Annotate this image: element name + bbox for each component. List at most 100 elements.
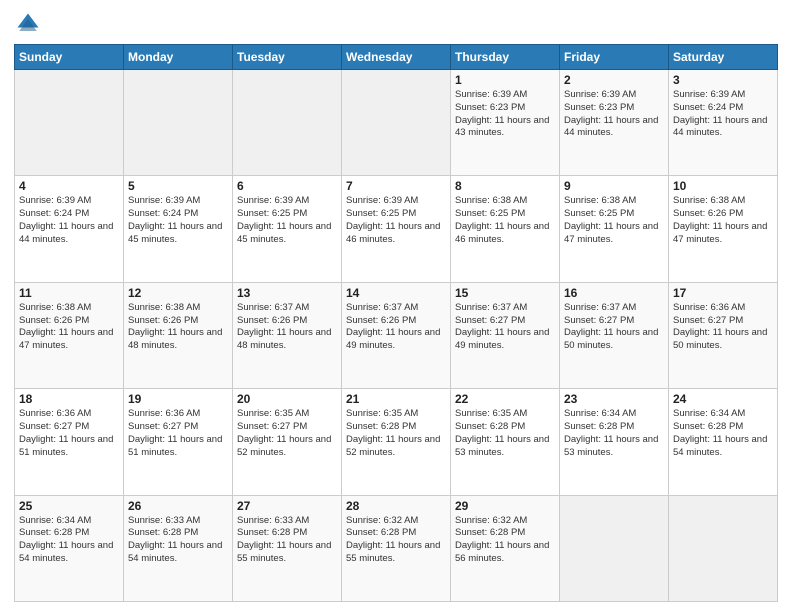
- day-number: 20: [237, 392, 337, 406]
- day-cell: 17 Sunrise: 6:36 AMSunset: 6:27 PMDayligh…: [669, 282, 778, 388]
- weekday-monday: Monday: [124, 45, 233, 70]
- day-cell: 1 Sunrise: 6:39 AMSunset: 6:23 PMDaylight…: [451, 70, 560, 176]
- day-number: 26: [128, 499, 228, 513]
- day-info: Sunrise: 6:39 AMSunset: 6:23 PMDaylight:…: [455, 89, 555, 140]
- day-cell: 9 Sunrise: 6:38 AMSunset: 6:25 PMDaylight…: [560, 176, 669, 282]
- day-info: Sunrise: 6:38 AMSunset: 6:26 PMDaylight:…: [673, 195, 773, 246]
- day-cell: 8 Sunrise: 6:38 AMSunset: 6:25 PMDaylight…: [451, 176, 560, 282]
- logo-icon: [14, 10, 42, 38]
- day-number: 7: [346, 179, 446, 193]
- day-cell: 26 Sunrise: 6:33 AMSunset: 6:28 PMDayligh…: [124, 495, 233, 601]
- week-row-1: 1 Sunrise: 6:39 AMSunset: 6:23 PMDaylight…: [15, 70, 778, 176]
- day-number: 5: [128, 179, 228, 193]
- day-cell: 2 Sunrise: 6:39 AMSunset: 6:23 PMDaylight…: [560, 70, 669, 176]
- day-number: 14: [346, 286, 446, 300]
- day-cell: 29Sunrise: 6:32 AMSunset: 6:28 PMDayligh…: [451, 495, 560, 601]
- day-cell: 16Sunrise: 6:37 AMSunset: 6:27 PMDayligh…: [560, 282, 669, 388]
- day-cell: 10Sunrise: 6:38 AMSunset: 6:26 PMDayligh…: [669, 176, 778, 282]
- day-cell: 23 Sunrise: 6:34 AMSunset: 6:28 PMDayligh…: [560, 389, 669, 495]
- day-info: Sunrise: 6:33 AMSunset: 6:28 PMDaylight:…: [128, 515, 228, 566]
- day-cell: 22 Sunrise: 6:35 AMSunset: 6:28 PMDayligh…: [451, 389, 560, 495]
- day-cell: 21 Sunrise: 6:35 AMSunset: 6:28 PMDayligh…: [342, 389, 451, 495]
- day-info: Sunrise: 6:34 AMSunset: 6:28 PMDaylight:…: [564, 408, 664, 459]
- day-number: 22: [455, 392, 555, 406]
- day-info: Sunrise: 6:36 AMSunset: 6:27 PMDaylight:…: [128, 408, 228, 459]
- day-cell: 7 Sunrise: 6:39 AMSunset: 6:25 PMDaylight…: [342, 176, 451, 282]
- day-cell: 20 Sunrise: 6:35 AMSunset: 6:27 PMDayligh…: [233, 389, 342, 495]
- day-number: 25: [19, 499, 119, 513]
- day-info: Sunrise: 6:39 AMSunset: 6:24 PMDaylight:…: [128, 195, 228, 246]
- day-cell: [233, 70, 342, 176]
- day-number: 17: [673, 286, 773, 300]
- weekday-saturday: Saturday: [669, 45, 778, 70]
- day-info: Sunrise: 6:39 AMSunset: 6:24 PMDaylight:…: [19, 195, 119, 246]
- day-cell: 12 Sunrise: 6:38 AMSunset: 6:26 PMDayligh…: [124, 282, 233, 388]
- day-info: Sunrise: 6:35 AMSunset: 6:27 PMDaylight:…: [237, 408, 337, 459]
- day-cell: 3 Sunrise: 6:39 AMSunset: 6:24 PMDaylight…: [669, 70, 778, 176]
- day-number: 18: [19, 392, 119, 406]
- day-cell: [15, 70, 124, 176]
- logo: [14, 10, 46, 38]
- day-number: 11: [19, 286, 119, 300]
- day-number: 19: [128, 392, 228, 406]
- day-info: Sunrise: 6:37 AMSunset: 6:27 PMDaylight:…: [455, 302, 555, 353]
- day-info: Sunrise: 6:35 AMSunset: 6:28 PMDaylight:…: [346, 408, 446, 459]
- day-info: Sunrise: 6:39 AMSunset: 6:25 PMDaylight:…: [237, 195, 337, 246]
- day-cell: 28Sunrise: 6:32 AMSunset: 6:28 PMDayligh…: [342, 495, 451, 601]
- day-cell: [560, 495, 669, 601]
- day-number: 12: [128, 286, 228, 300]
- day-cell: [669, 495, 778, 601]
- day-info: Sunrise: 6:33 AMSunset: 6:28 PMDaylight:…: [237, 515, 337, 566]
- day-info: Sunrise: 6:39 AMSunset: 6:24 PMDaylight:…: [673, 89, 773, 140]
- day-number: 23: [564, 392, 664, 406]
- day-info: Sunrise: 6:32 AMSunset: 6:28 PMDaylight:…: [455, 515, 555, 566]
- day-cell: 13 Sunrise: 6:37 AMSunset: 6:26 PMDayligh…: [233, 282, 342, 388]
- day-number: 21: [346, 392, 446, 406]
- day-number: 16: [564, 286, 664, 300]
- week-row-4: 18 Sunrise: 6:36 AMSunset: 6:27 PMDayligh…: [15, 389, 778, 495]
- day-number: 1: [455, 73, 555, 87]
- day-number: 28: [346, 499, 446, 513]
- day-number: 13: [237, 286, 337, 300]
- weekday-header-row: SundayMondayTuesdayWednesdayThursdayFrid…: [15, 45, 778, 70]
- day-cell: [342, 70, 451, 176]
- week-row-5: 25 Sunrise: 6:34 AMSunset: 6:28 PMDayligh…: [15, 495, 778, 601]
- day-cell: 14 Sunrise: 6:37 AMSunset: 6:26 PMDayligh…: [342, 282, 451, 388]
- page: SundayMondayTuesdayWednesdayThursdayFrid…: [0, 0, 792, 612]
- day-number: 24: [673, 392, 773, 406]
- day-cell: 19 Sunrise: 6:36 AMSunset: 6:27 PMDayligh…: [124, 389, 233, 495]
- day-info: Sunrise: 6:39 AMSunset: 6:25 PMDaylight:…: [346, 195, 446, 246]
- day-number: 3: [673, 73, 773, 87]
- week-row-3: 11 Sunrise: 6:38 AMSunset: 6:26 PMDayligh…: [15, 282, 778, 388]
- day-info: Sunrise: 6:36 AMSunset: 6:27 PMDaylight:…: [673, 302, 773, 353]
- day-cell: 11 Sunrise: 6:38 AMSunset: 6:26 PMDayligh…: [15, 282, 124, 388]
- day-number: 6: [237, 179, 337, 193]
- day-cell: 18Sunrise: 6:36 AMSunset: 6:27 PMDayligh…: [15, 389, 124, 495]
- day-info: Sunrise: 6:38 AMSunset: 6:26 PMDaylight:…: [128, 302, 228, 353]
- day-number: 15: [455, 286, 555, 300]
- day-cell: 15 Sunrise: 6:37 AMSunset: 6:27 PMDayligh…: [451, 282, 560, 388]
- day-info: Sunrise: 6:38 AMSunset: 6:26 PMDaylight:…: [19, 302, 119, 353]
- day-info: Sunrise: 6:39 AMSunset: 6:23 PMDaylight:…: [564, 89, 664, 140]
- day-number: 27: [237, 499, 337, 513]
- day-info: Sunrise: 6:38 AMSunset: 6:25 PMDaylight:…: [564, 195, 664, 246]
- day-number: 8: [455, 179, 555, 193]
- day-info: Sunrise: 6:37 AMSunset: 6:26 PMDaylight:…: [237, 302, 337, 353]
- day-cell: 6 Sunrise: 6:39 AMSunset: 6:25 PMDaylight…: [233, 176, 342, 282]
- day-number: 9: [564, 179, 664, 193]
- day-info: Sunrise: 6:35 AMSunset: 6:28 PMDaylight:…: [455, 408, 555, 459]
- day-info: Sunrise: 6:38 AMSunset: 6:25 PMDaylight:…: [455, 195, 555, 246]
- day-cell: 5 Sunrise: 6:39 AMSunset: 6:24 PMDaylight…: [124, 176, 233, 282]
- weekday-tuesday: Tuesday: [233, 45, 342, 70]
- day-info: Sunrise: 6:34 AMSunset: 6:28 PMDaylight:…: [673, 408, 773, 459]
- week-row-2: 4 Sunrise: 6:39 AMSunset: 6:24 PMDaylight…: [15, 176, 778, 282]
- weekday-thursday: Thursday: [451, 45, 560, 70]
- day-cell: 25 Sunrise: 6:34 AMSunset: 6:28 PMDayligh…: [15, 495, 124, 601]
- day-number: 4: [19, 179, 119, 193]
- day-cell: 4 Sunrise: 6:39 AMSunset: 6:24 PMDaylight…: [15, 176, 124, 282]
- day-number: 2: [564, 73, 664, 87]
- day-info: Sunrise: 6:34 AMSunset: 6:28 PMDaylight:…: [19, 515, 119, 566]
- day-info: Sunrise: 6:37 AMSunset: 6:26 PMDaylight:…: [346, 302, 446, 353]
- day-cell: 27 Sunrise: 6:33 AMSunset: 6:28 PMDayligh…: [233, 495, 342, 601]
- weekday-sunday: Sunday: [15, 45, 124, 70]
